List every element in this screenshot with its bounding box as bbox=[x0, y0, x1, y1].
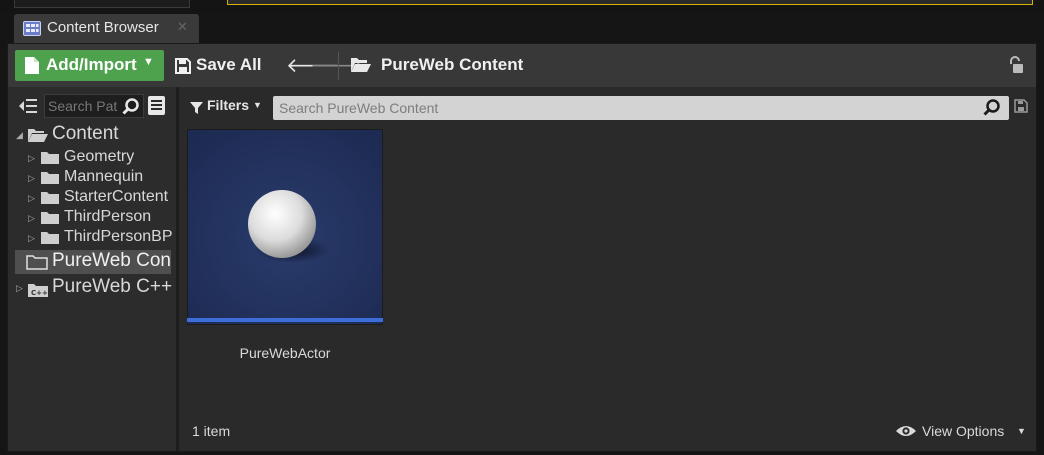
eye-icon bbox=[895, 424, 917, 443]
save-all-label: Save All bbox=[196, 55, 262, 74]
tree-item-startercontent[interactable]: ▷ StarterContent bbox=[8, 188, 172, 208]
chevron-down-icon: ▼ bbox=[253, 100, 262, 110]
collapsed-arrow-icon[interactable]: ▷ bbox=[28, 213, 35, 224]
viewport-edge-right bbox=[227, 0, 1033, 5]
view-options-button[interactable]: View Options ▼ bbox=[895, 420, 1035, 444]
search-paths-field[interactable] bbox=[44, 94, 144, 118]
search-icon bbox=[122, 98, 140, 121]
tree-item-pureweb-content[interactable]: PureWeb Content bbox=[15, 250, 171, 274]
filters-button[interactable]: Filters ▼ bbox=[190, 96, 270, 118]
tree-item-label: Content bbox=[52, 123, 119, 144]
tree-item-pureweb-cpp[interactable]: ▷ C++ PureWeb C++ Classes bbox=[8, 276, 172, 298]
folder-icon bbox=[26, 255, 48, 275]
tree-item-label: PureWeb C++ Classes bbox=[52, 276, 172, 297]
asset-search-input[interactable] bbox=[279, 99, 969, 117]
collapsed-arrow-icon[interactable]: ▷ bbox=[28, 153, 35, 164]
asset-search-field[interactable] bbox=[273, 96, 1009, 120]
lock-icon[interactable] bbox=[1008, 56, 1024, 79]
save-all-button[interactable]: Save All bbox=[173, 50, 273, 81]
toolbar: Add/Import ▼ Save All 🡐 🡒 PureWeb Conten… bbox=[8, 44, 1036, 87]
open-folder-icon bbox=[350, 56, 372, 78]
tree-item-mannequin[interactable]: ▷ Mannequin bbox=[8, 168, 172, 188]
content-browser-panel: Add/Import ▼ Save All 🡐 🡒 PureWeb Conten… bbox=[7, 43, 1037, 452]
item-count: 1 item bbox=[192, 423, 231, 439]
collapsed-arrow-icon[interactable]: ▷ bbox=[28, 173, 35, 184]
chevron-down-icon: ▼ bbox=[1017, 426, 1026, 436]
asset-type-color-bar bbox=[187, 318, 383, 322]
path-view-options-icon[interactable] bbox=[148, 96, 165, 115]
filter-funnel-icon bbox=[190, 101, 203, 119]
add-import-button[interactable]: Add/Import ▼ bbox=[15, 50, 164, 81]
search-paths-input[interactable] bbox=[48, 97, 118, 115]
collapsed-arrow-icon[interactable]: ▷ bbox=[16, 283, 23, 294]
add-import-label: Add/Import bbox=[46, 55, 137, 74]
tree-item-geometry[interactable]: ▷ Geometry bbox=[8, 148, 172, 168]
asset-thumbnail[interactable] bbox=[187, 129, 383, 325]
collapsed-arrow-icon[interactable]: ▷ bbox=[28, 193, 35, 204]
tree-item-label: ThirdPersonBP bbox=[64, 228, 172, 245]
tree-item-thirdpersonbp[interactable]: ▷ ThirdPersonBP bbox=[8, 228, 172, 248]
tree-item-thirdperson[interactable]: ▷ ThirdPerson bbox=[8, 208, 172, 228]
viewport-edge-left bbox=[14, 0, 190, 8]
expanded-arrow-icon[interactable]: ◢ bbox=[16, 130, 23, 141]
tab-title: Content Browser bbox=[47, 19, 159, 36]
save-search-icon[interactable] bbox=[1014, 99, 1028, 118]
tree-item-label: ThirdPerson bbox=[64, 208, 152, 225]
collapsed-arrow-icon[interactable]: ▷ bbox=[28, 233, 35, 244]
asset-view: Filters ▼ Search PureWeb Content PureWeb… bbox=[179, 87, 1036, 451]
open-folder-icon bbox=[27, 128, 49, 148]
tree-item-label: PureWeb Content bbox=[52, 250, 171, 271]
content-browser-tab[interactable]: Content Browser ✕ bbox=[14, 14, 199, 43]
chevron-down-icon: ▼ bbox=[143, 56, 154, 68]
filters-label: Filters bbox=[207, 97, 250, 113]
sphere-preview-image bbox=[188, 130, 382, 324]
tree-item-label: StarterContent bbox=[64, 188, 169, 205]
folder-icon bbox=[40, 231, 60, 250]
cpp-folder-icon: C++ bbox=[27, 283, 49, 303]
toolbar-separator bbox=[338, 52, 339, 80]
toggle-sources-icon[interactable] bbox=[18, 97, 38, 120]
new-file-icon bbox=[24, 56, 40, 80]
current-path-label[interactable]: PureWeb Content bbox=[381, 55, 523, 75]
tree-item-label: Geometry bbox=[64, 148, 135, 165]
top-strip bbox=[0, 0, 1044, 12]
tree-item-content[interactable]: ◢ Content bbox=[8, 123, 172, 148]
asset-tile[interactable]: PureWebActor bbox=[187, 129, 383, 365]
tree-item-label: Mannequin bbox=[64, 168, 144, 185]
content-browser-icon bbox=[23, 21, 41, 41]
asset-name: PureWebActor bbox=[239, 345, 331, 361]
svg-text:C++: C++ bbox=[31, 289, 48, 297]
tab-close-icon[interactable]: ✕ bbox=[177, 19, 188, 35]
view-options-label: View Options bbox=[922, 423, 1005, 439]
save-icon bbox=[175, 58, 191, 79]
search-icon bbox=[983, 99, 1001, 122]
